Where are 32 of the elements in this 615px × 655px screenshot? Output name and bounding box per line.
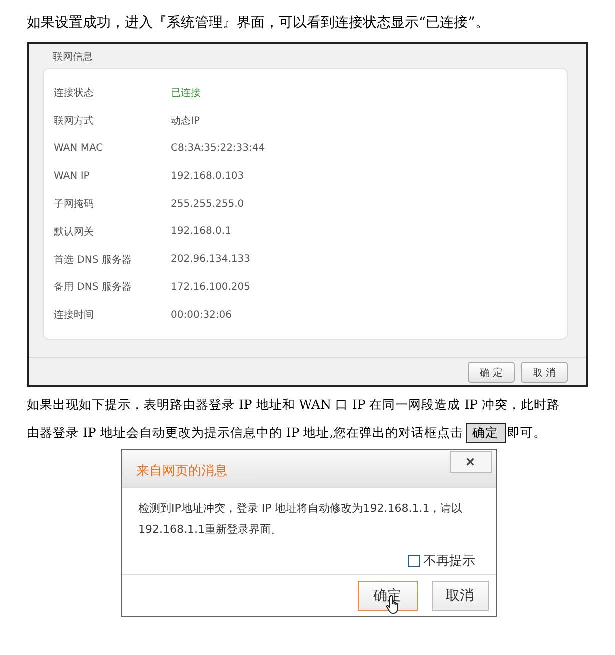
instruction-text: 由器登录 IP 地址会自动更改为提示信息中的 IP 地址,您在弹出的对话框点击	[27, 425, 464, 440]
panel-title: 联网信息	[52, 50, 94, 65]
checkbox-label: 不再提示	[424, 553, 476, 570]
intro-text: 如果设置成功，进入『系统管理』界面，可以看到连接状态显示“已连接”。	[27, 14, 490, 33]
field-label: 联网方式	[54, 114, 95, 128]
field-value: 192.168.0.1	[171, 226, 232, 238]
dialog-message: 检测到IP地址冲突，登录 IP 地址将自动修改为192.168.1.1，请以192.168.1.1重新登录界面。	[138, 501, 464, 538]
dialog-title: 来自网页的消息	[136, 463, 228, 480]
field-label: WAN IP	[54, 170, 91, 182]
field-value: C8:3A:35:22:33:44	[171, 142, 266, 154]
field-value: 动态IP	[171, 114, 200, 128]
field-label: WAN MAC	[54, 142, 104, 154]
field-label: 连接时间	[54, 308, 95, 322]
confirm-button-label: 确定	[466, 423, 506, 444]
field-value: 172.16.100.205	[171, 282, 251, 293]
field-value: 00:00:32:06	[171, 310, 232, 321]
field-label: 连接状态	[54, 86, 95, 100]
status-value: 已连接	[171, 86, 201, 100]
field-label: 备用 DNS 服务器	[54, 281, 133, 294]
field-value: 255.255.255.0	[171, 198, 244, 210]
cancel-button[interactable]: 取 消	[521, 362, 568, 384]
instruction-text: 即可。	[508, 425, 547, 440]
field-label: 默认网关	[54, 226, 95, 239]
field-label: 首选 DNS 服务器	[54, 254, 133, 267]
cancel-button[interactable]: 取消	[432, 581, 488, 612]
close-button[interactable]: ×	[450, 451, 492, 474]
field-label: 子网掩码	[54, 198, 95, 212]
instruction-text: 如果出现如下提示，表明路由器登录 IP 地址和 WAN 口 IP 在同一网段造成 IP 冲突，此时路	[27, 397, 560, 412]
field-value: 192.168.0.103	[171, 170, 244, 182]
confirm-button[interactable]: 确 定	[468, 362, 515, 384]
checkbox[interactable]	[408, 555, 420, 568]
field-value: 202.96.134.133	[171, 254, 251, 266]
